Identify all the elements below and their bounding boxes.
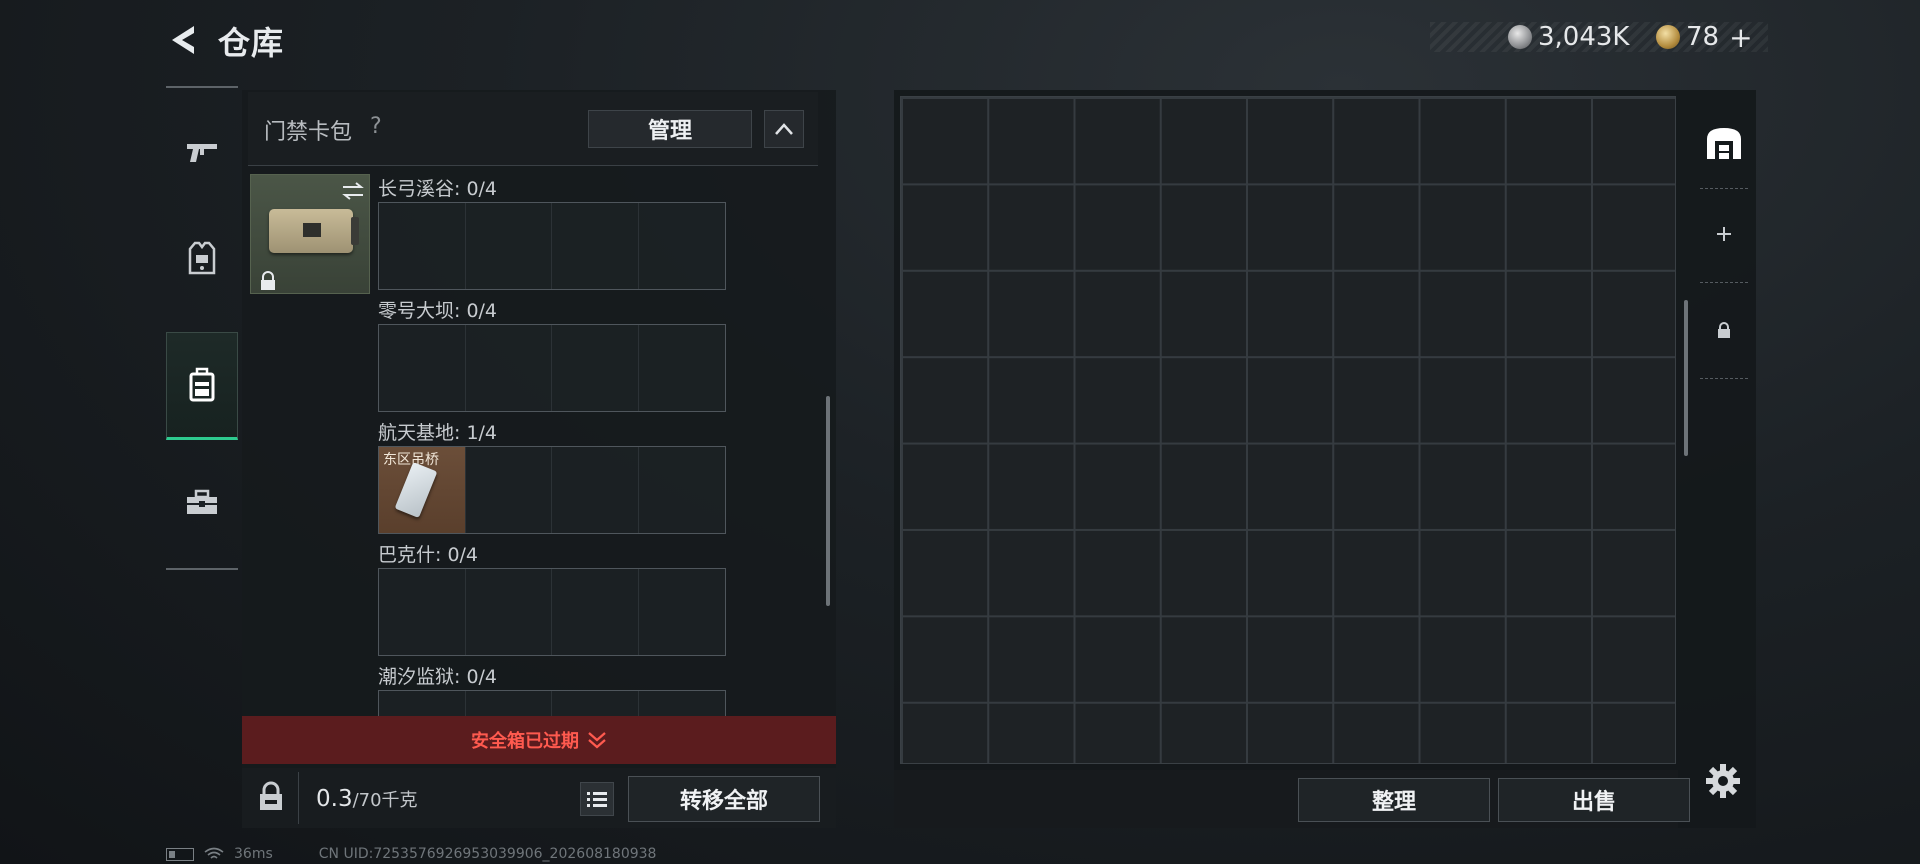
keycard-case-image (269, 209, 359, 253)
warning-text: 安全箱已过期 (471, 731, 579, 752)
slot-box-linghao (378, 324, 726, 412)
left-scrollbar[interactable] (826, 396, 830, 606)
empty-slot[interactable] (379, 569, 466, 655)
warehouse-icon (1707, 128, 1741, 159)
empty-slot[interactable] (639, 691, 726, 716)
slot-box-changgong (378, 202, 726, 290)
silver-currency: 3,043K (1508, 20, 1629, 54)
lock-icon (261, 271, 275, 290)
rail-item-toolbox[interactable] (166, 448, 238, 556)
empty-slot[interactable] (379, 203, 466, 289)
warehouse-tab-main[interactable] (1694, 120, 1754, 166)
battery-icon (166, 847, 194, 861)
slot-box-chaoxi (378, 690, 726, 716)
slot-box-bakeshi (378, 568, 726, 656)
empty-slot[interactable] (552, 203, 639, 289)
empty-slot[interactable] (639, 447, 726, 533)
double-chevron-down-icon (588, 732, 606, 749)
keycard-image (394, 461, 438, 519)
slot-label-bakeshi: 巴克什: 0/4 (378, 544, 479, 566)
empty-slot[interactable] (466, 203, 552, 289)
swap-icon[interactable] (341, 181, 365, 201)
keycard-case-item[interactable] (250, 174, 370, 294)
locked-warehouse-page[interactable] (1694, 308, 1754, 352)
empty-slot[interactable] (552, 447, 639, 533)
weight-lock-icon (260, 781, 282, 810)
slot-label-linghao: 零号大坝: 0/4 (378, 300, 498, 322)
empty-slot[interactable] (552, 691, 639, 716)
add-currency-button[interactable]: + (1729, 21, 1752, 54)
safe-box-expired-banner[interactable]: 安全箱已过期 (242, 716, 836, 764)
wifi-icon (204, 847, 224, 859)
settings-gear-icon[interactable] (1704, 762, 1742, 800)
empty-slot[interactable] (466, 691, 552, 716)
weight-value: 0.3 (316, 786, 353, 812)
rail-item-backpack[interactable] (166, 332, 238, 440)
gun-icon (187, 144, 217, 162)
ping-text: 36ms (234, 846, 273, 862)
section-title: 门禁卡包 (264, 120, 353, 145)
help-button[interactable]: ? (370, 114, 382, 139)
silver-amount: 3,043K (1538, 22, 1630, 52)
divider (1700, 188, 1748, 189)
add-warehouse-page-button[interactable] (1694, 212, 1754, 256)
rail-item-weapons[interactable] (166, 98, 238, 206)
page-title: 仓库 (218, 24, 285, 62)
empty-slot[interactable] (379, 325, 466, 411)
slot-label-hangtian: 航天基地: 1/4 (378, 422, 498, 444)
lock-icon (1718, 322, 1730, 338)
collapse-button[interactable] (764, 110, 804, 148)
empty-slot[interactable] (466, 569, 552, 655)
empty-slot[interactable] (466, 447, 552, 533)
empty-slot[interactable] (466, 325, 552, 411)
sell-button[interactable]: 出售 (1498, 778, 1690, 822)
silver-coin-icon (1508, 25, 1532, 49)
list-view-button[interactable] (580, 782, 614, 816)
list-icon (587, 792, 607, 807)
category-rail (166, 86, 238, 570)
gold-amount: 78 (1686, 22, 1720, 52)
empty-slot[interactable] (552, 569, 639, 655)
back-button[interactable] (164, 22, 204, 58)
rail-item-armor[interactable] (166, 204, 238, 312)
slot-label-chaoxi: 潮汐监狱: 0/4 (378, 666, 498, 688)
warehouse-grid[interactable] (900, 96, 1676, 764)
gold-coin-icon (1656, 25, 1680, 49)
plus-icon (1717, 227, 1731, 241)
chevron-up-icon (775, 123, 793, 135)
slot-box-hangtian: 东区吊桥 (378, 446, 726, 534)
divider (1700, 282, 1748, 283)
backpack-icon (189, 367, 215, 402)
transfer-all-button[interactable]: 转移全部 (628, 776, 820, 822)
manage-button[interactable]: 管理 (588, 110, 752, 148)
divider (298, 772, 299, 824)
weight-readout: 0.3/70千克 (316, 786, 418, 812)
empty-slot[interactable] (552, 325, 639, 411)
right-scrollbar[interactable] (1684, 300, 1688, 456)
gold-currency: 78 + (1656, 20, 1753, 54)
uid-text: CN UID:7253576926953039906_202608180938 (318, 846, 657, 862)
weight-max: /70千克 (352, 790, 418, 811)
slot-label-changgong: 长弓溪谷: 0/4 (378, 178, 498, 200)
empty-slot[interactable] (639, 569, 726, 655)
keycard-item[interactable]: 东区吊桥 (379, 447, 466, 533)
divider (1700, 378, 1748, 379)
empty-slot[interactable] (639, 325, 726, 411)
empty-slot[interactable] (639, 203, 726, 289)
back-arrow-icon (172, 26, 194, 54)
vest-icon (188, 241, 216, 275)
toolbox-icon (187, 489, 217, 514)
status-bar: 36ms CN UID:7253576926953039906_20260818… (166, 846, 656, 862)
warehouse-page-rail (1694, 96, 1754, 380)
tidy-button[interactable]: 整理 (1298, 778, 1490, 822)
empty-slot[interactable] (379, 691, 466, 716)
